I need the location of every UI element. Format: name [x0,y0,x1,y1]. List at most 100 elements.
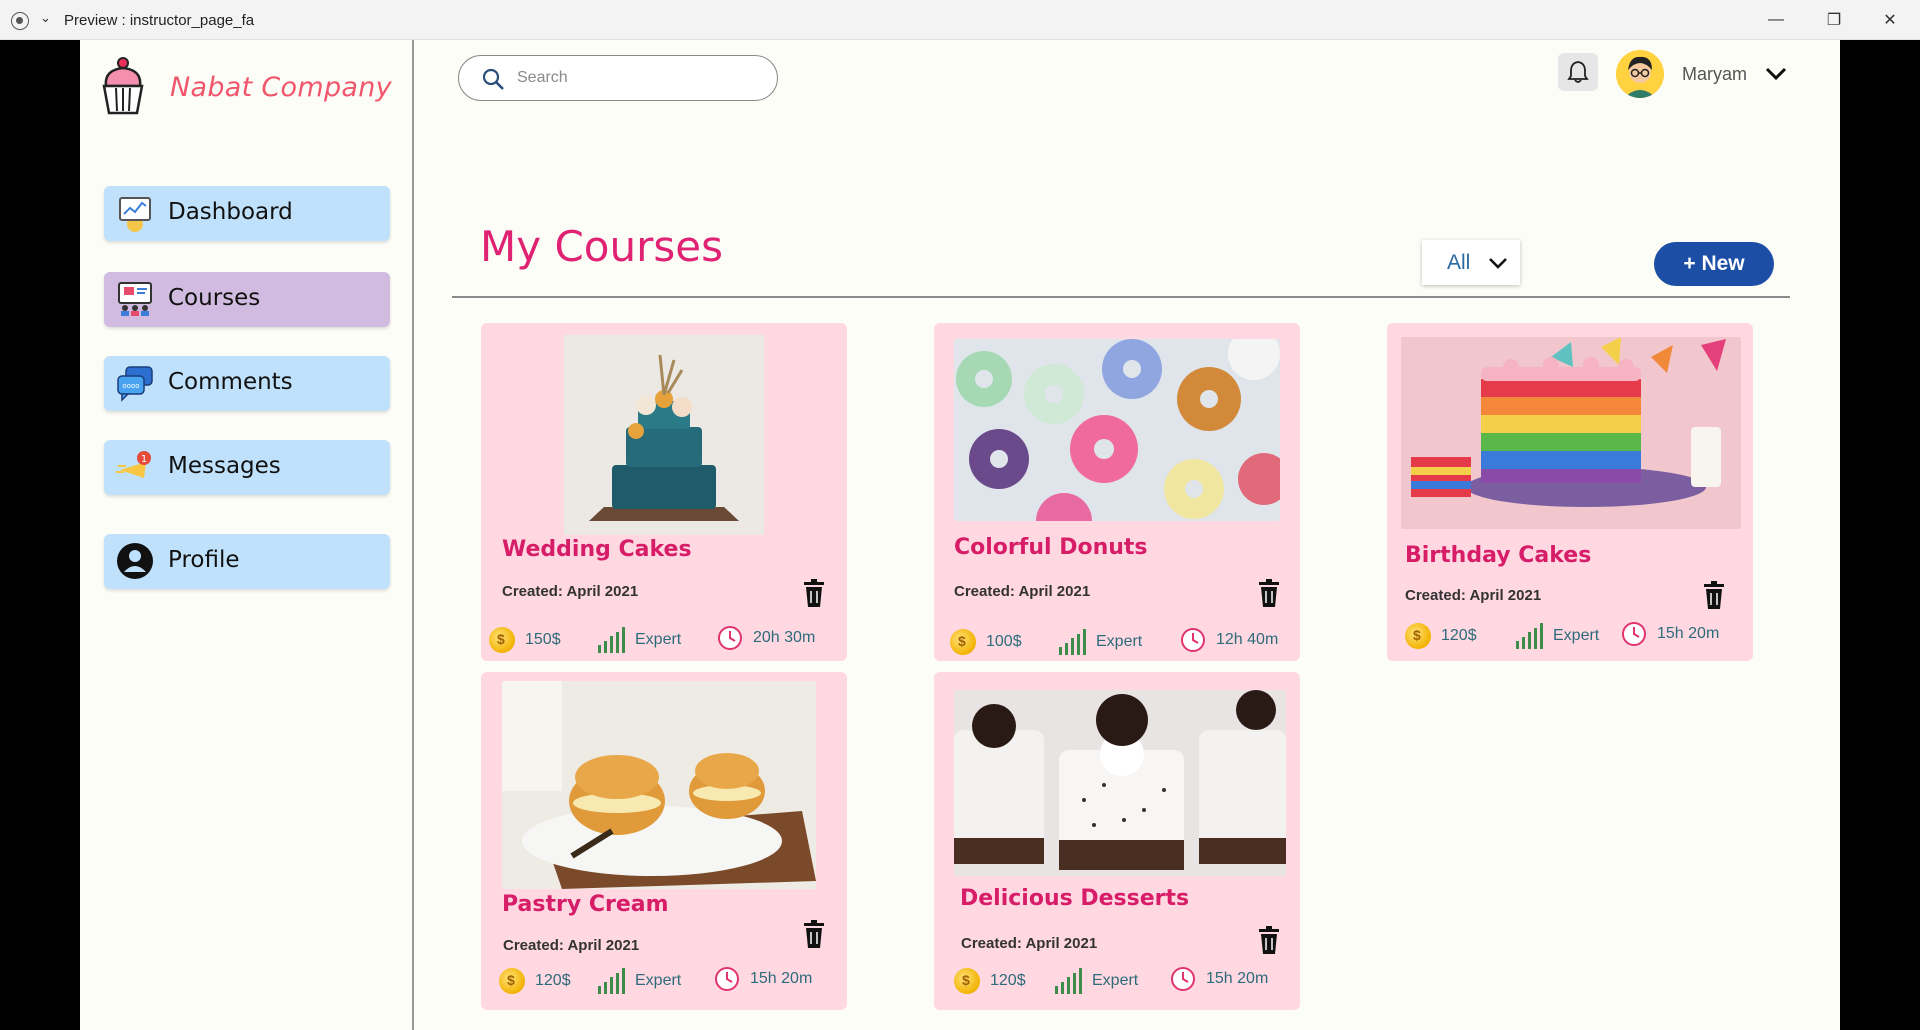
svg-text:1: 1 [141,454,147,465]
bell-icon [1567,61,1589,83]
sidebar-item-dashboard[interactable]: Dashboard [104,186,390,241]
coin-icon [499,968,525,994]
course-level: Expert [1515,623,1599,649]
price-value: 120$ [535,972,571,989]
avatar[interactable] [1616,50,1664,98]
course-duration: 15h 20m [1170,966,1268,992]
course-created: Created: April 2021 [954,583,1091,600]
course-card-birthday-cakes[interactable]: Birthday Cakes Created: April 2021 120$ … [1387,323,1753,661]
app-icon [11,12,29,30]
profile-icon [117,543,153,579]
window-title: Preview : instructor_page_fa [64,12,255,29]
coin-icon [954,968,980,994]
coin-icon [489,627,515,653]
filter-dropdown[interactable]: All [1422,240,1520,285]
trash-icon[interactable] [1703,581,1725,609]
course-level: Expert [1058,629,1142,655]
level-bars-icon [598,968,625,994]
chevron-down-icon[interactable] [1764,65,1788,81]
birthday-cake-image [1401,337,1741,529]
sidebar-item-comments[interactable]: oooo Comments [104,356,390,411]
coin-icon [1405,623,1431,649]
level-bars-icon [1516,623,1543,649]
course-title: Delicious Desserts [960,886,1190,911]
donuts-image [954,339,1280,521]
sidebar-item-label: Courses [168,285,261,311]
course-price: 100$ [950,629,1022,655]
duration-value: 12h 40m [1216,631,1279,648]
filter-value: All [1447,250,1471,274]
course-level: Expert [597,627,681,653]
trash-icon[interactable] [1258,579,1280,607]
level-value: Expert [635,631,682,648]
course-created: Created: April 2021 [1405,587,1542,604]
course-card-colorful-donuts[interactable]: Colorful Donuts Created: April 2021 100$… [934,323,1300,661]
sidebar-item-profile[interactable]: Profile [104,534,390,589]
course-level: Expert [597,968,681,994]
trash-icon[interactable] [803,920,825,948]
brand-name: Nabat Company [170,72,392,103]
divider [452,296,1790,298]
clock-icon [1181,628,1205,652]
search-input[interactable] [517,64,757,92]
clock-icon [715,967,739,991]
level-bars-icon [1059,629,1086,655]
clock-icon [1622,622,1646,646]
trash-icon[interactable] [1258,926,1280,954]
new-course-button[interactable]: + New [1654,242,1774,286]
search-bar[interactable] [458,55,778,101]
course-price: 150$ [489,627,561,653]
course-title: Colorful Donuts [954,535,1148,560]
sidebar: Nabat Company Dashboard Courses oooo Com… [80,40,414,1030]
sidebar-item-label: Dashboard [168,199,293,225]
level-value: Expert [1553,627,1600,644]
course-card-pastry-cream[interactable]: Pastry Cream Created: April 2021 120$ Ex… [481,672,847,1010]
user-name[interactable]: Maryam [1682,64,1747,85]
maximize-button[interactable]: ❐ [1806,0,1862,40]
cupcake-logo-icon [102,57,144,115]
minimize-button[interactable]: — [1748,0,1804,40]
chevron-down-icon[interactable]: ⌄ [40,10,51,26]
duration-value: 15h 20m [1657,625,1720,642]
sidebar-item-messages[interactable]: 1 Messages [104,440,390,495]
page-title: My Courses [480,222,723,271]
chevron-down-icon [1489,258,1507,269]
course-title: Pastry Cream [502,892,669,917]
course-title: Birthday Cakes [1405,543,1592,568]
close-button[interactable]: ✕ [1862,0,1918,40]
duration-value: 20h 30m [753,629,816,646]
search-icon [482,68,504,90]
level-bars-icon [598,627,625,653]
course-created: Created: April 2021 [961,935,1098,952]
sidebar-item-label: Comments [168,369,293,395]
trash-icon[interactable] [803,579,825,607]
sidebar-item-label: Messages [168,453,281,479]
course-price: 120$ [954,968,1026,994]
course-duration: 12h 40m [1180,627,1278,653]
price-value: 120$ [1441,627,1477,644]
avatar-image [1616,50,1664,98]
dashboard-icon [119,197,151,232]
notifications-button[interactable] [1558,53,1598,91]
clock-icon [718,626,742,650]
course-card-delicious-desserts[interactable]: Delicious Desserts Created: April 2021 1… [934,672,1300,1010]
svg-text:oooo: oooo [122,382,139,390]
level-value: Expert [1096,633,1143,650]
level-value: Expert [1092,972,1139,989]
course-card-wedding-cakes[interactable]: Wedding Cakes Created: April 2021 150$ E… [481,323,847,661]
wedding-cake-image [564,335,764,535]
course-duration: 15h 20m [714,966,812,992]
comments-icon: oooo [117,366,153,402]
price-value: 100$ [986,633,1022,650]
duration-value: 15h 20m [750,970,813,987]
course-price: 120$ [1405,623,1477,649]
level-value: Expert [635,972,682,989]
course-level: Expert [1054,968,1138,994]
sidebar-item-courses[interactable]: Courses [104,272,390,327]
app-window: Nabat Company Dashboard Courses oooo Com… [80,40,1840,1030]
price-value: 150$ [525,631,561,648]
course-price: 120$ [499,968,571,994]
messages-icon: 1 [116,451,151,478]
window-titlebar: ⌄ Preview : instructor_page_fa — ❐ ✕ [0,0,1920,40]
coin-icon [950,629,976,655]
